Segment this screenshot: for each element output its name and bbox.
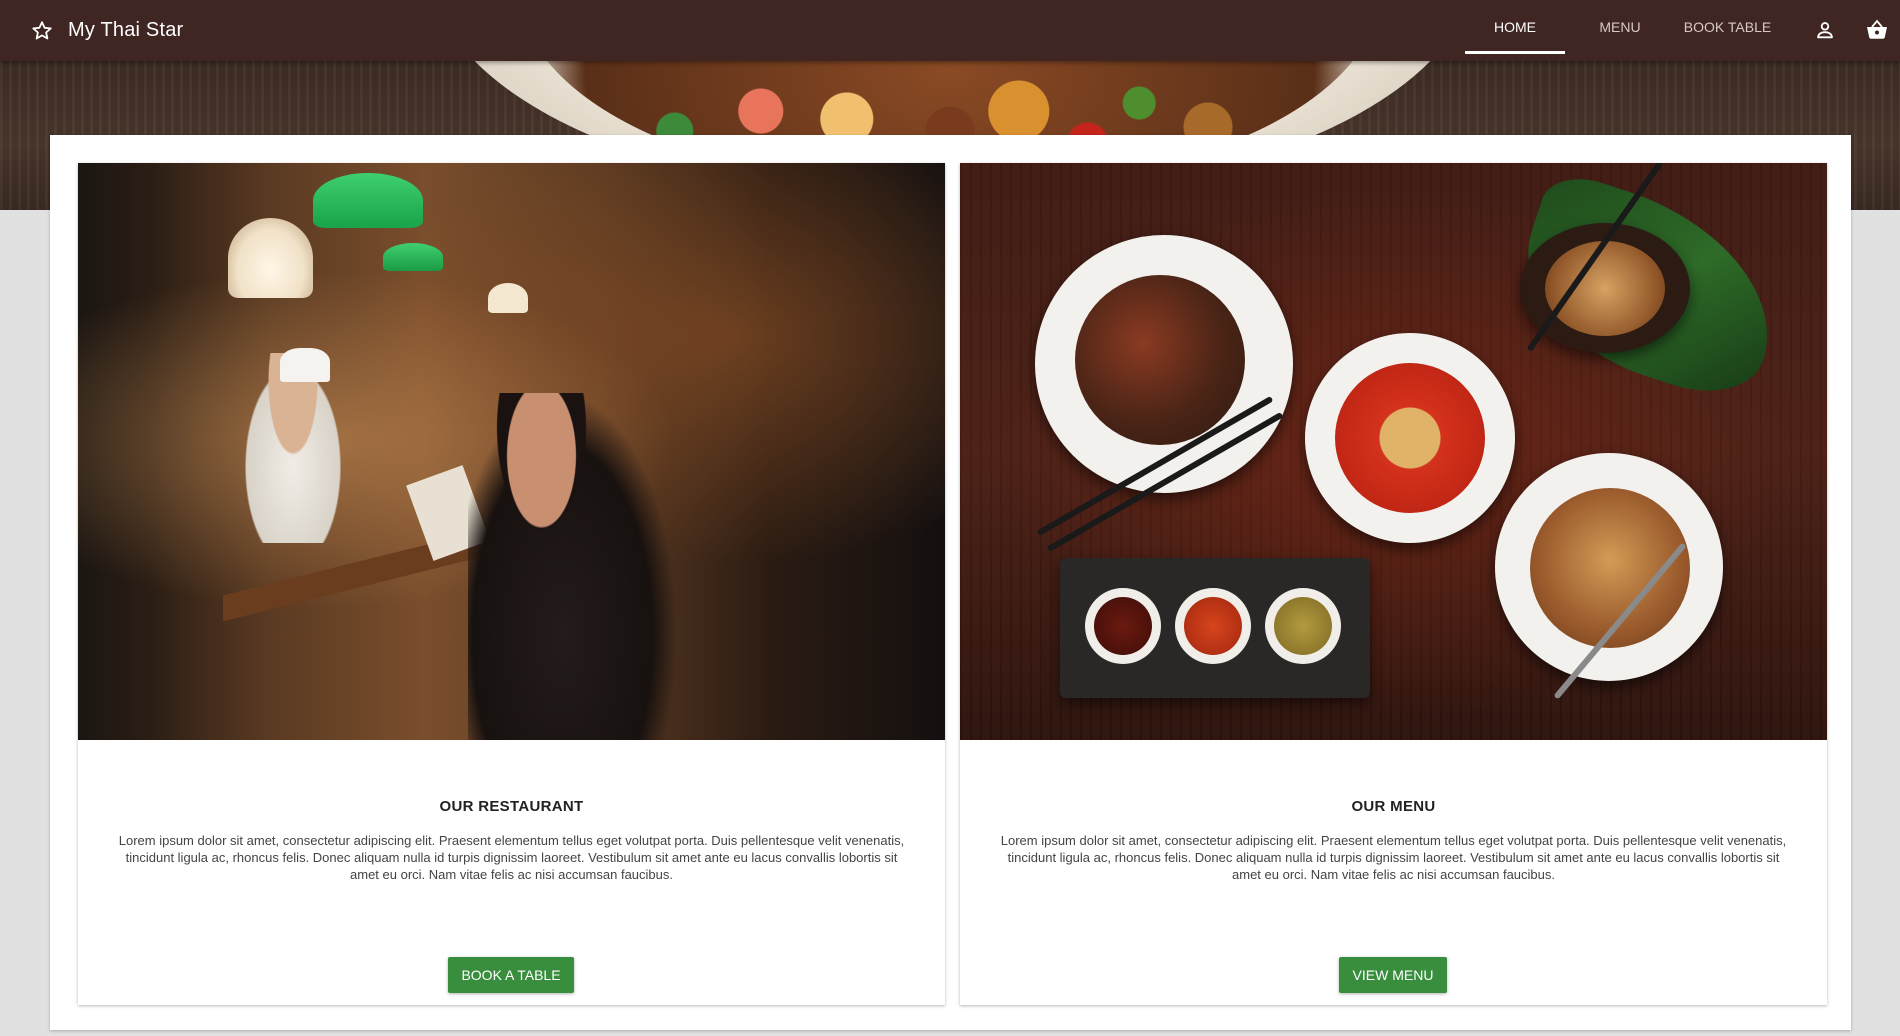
- restaurant-card: OUR RESTAURANT Lorem ipsum dolor sit ame…: [78, 163, 945, 1005]
- star-icon: [30, 19, 54, 43]
- card-title: OUR MENU: [1351, 798, 1436, 815]
- tab-menu[interactable]: MENU: [1580, 0, 1660, 54]
- shopping-basket-icon[interactable]: [1864, 17, 1890, 43]
- view-menu-button[interactable]: VIEW MENU: [1339, 957, 1447, 993]
- menu-card: OUR MENU Lorem ipsum dolor sit amet, con…: [960, 163, 1827, 1005]
- book-a-table-button[interactable]: BOOK A TABLE: [448, 957, 574, 993]
- menu-image: [960, 163, 1827, 740]
- card-description: Lorem ipsum dolor sit amet, consectetur …: [118, 833, 905, 882]
- main-content: OUR RESTAURANT Lorem ipsum dolor sit ame…: [50, 135, 1851, 1030]
- card-description: Lorem ipsum dolor sit amet, consectetur …: [1000, 833, 1787, 882]
- tab-book-table[interactable]: BOOK TABLE: [1675, 0, 1780, 54]
- app-title: My Thai Star: [68, 19, 184, 41]
- restaurant-image: [78, 163, 945, 740]
- brand[interactable]: My Thai Star: [30, 19, 183, 43]
- card-title: OUR RESTAURANT: [439, 798, 584, 815]
- top-toolbar: My Thai Star HOME MENU BOOK TABLE: [0, 0, 1900, 61]
- account-icon[interactable]: [1812, 17, 1838, 43]
- tab-home[interactable]: HOME: [1465, 0, 1565, 54]
